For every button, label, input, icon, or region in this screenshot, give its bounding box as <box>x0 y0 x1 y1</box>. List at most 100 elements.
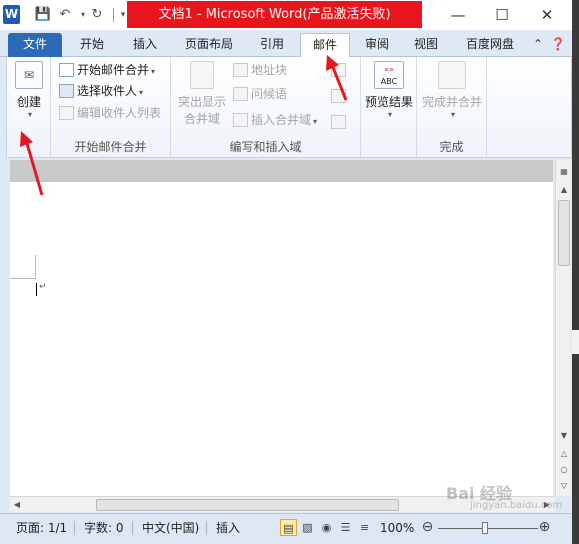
finish-dropdown-icon: ▾ <box>450 110 455 119</box>
word-count[interactable]: 字数: 0 <box>84 519 124 537</box>
group-start-mail-merge: 开始邮件合并 ▾ 选择收件人 ▾ 编辑收件人列表 开始邮件合并 <box>51 57 171 157</box>
chevron-down-icon: ▾ <box>313 117 318 126</box>
zoom-slider-knob[interactable] <box>482 522 488 534</box>
tab-review[interactable]: 审阅 <box>356 33 398 57</box>
rules-icon <box>331 63 346 77</box>
insert-merge-field-button[interactable]: 插入合并域 ▾ <box>233 110 317 130</box>
status-separator <box>132 521 133 535</box>
full-screen-reading-view-icon[interactable]: ▧ <box>299 519 316 536</box>
finish-merge-button[interactable]: 完成并合并 ▾ <box>419 61 485 119</box>
close-icon[interactable]: ✕ <box>527 3 567 27</box>
status-bar: 页面: 1/1 字数: 0 中文(中国) 插入 ▤ ▧ ◉ ☰ ≡ 100% ⊖… <box>0 513 572 544</box>
highlight-fields-icon <box>190 61 214 89</box>
outline-view-icon[interactable]: ☰ <box>337 519 354 536</box>
ribbon-tabs: 文件 开始 插入 页面布局 引用 邮件 审阅 视图 百度网盘 ⌃ ❓ <box>0 30 572 58</box>
edit-list-icon <box>59 106 74 120</box>
language-indicator[interactable]: 中文(中国) <box>142 519 199 537</box>
highlight-merge-fields-button[interactable]: 突出显示 合并域 <box>175 61 229 127</box>
tab-references[interactable]: 引用 <box>250 33 294 57</box>
minimize-icon[interactable]: — <box>438 3 478 27</box>
background-strip <box>572 0 579 544</box>
ruler-toggle-icon[interactable]: ▦ <box>556 164 572 180</box>
horizontal-scroll-thumb[interactable] <box>96 499 399 511</box>
rules-button[interactable] <box>331 60 349 80</box>
print-layout-view-icon[interactable]: ▤ <box>280 519 297 536</box>
watermark-url: jingyan.baidu.com <box>470 500 563 511</box>
maximize-icon[interactable]: ☐ <box>482 3 522 27</box>
create-button[interactable]: ✉ 创建 ▾ <box>11 61 47 119</box>
chevron-down-icon: ▾ <box>139 88 144 97</box>
tab-baidu-netdisk[interactable]: 百度网盘 <box>454 33 526 57</box>
address-block-button[interactable]: 地址块 <box>233 60 287 80</box>
match-fields-icon <box>331 89 346 103</box>
tab-page-layout[interactable]: 页面布局 <box>176 33 242 57</box>
paragraph-mark-icon: ↵ <box>39 282 47 292</box>
preview-dropdown-icon: ▾ <box>387 110 392 119</box>
tab-mailings[interactable]: 邮件 <box>300 33 350 58</box>
save-icon[interactable]: 💾 <box>34 6 52 24</box>
scroll-up-icon[interactable]: ▲ <box>556 182 572 198</box>
undo-icon[interactable]: ↶ <box>56 6 74 24</box>
redo-icon[interactable]: ↻ <box>88 6 106 24</box>
group-label-finish: 完成 <box>439 140 464 154</box>
greeting-line-icon <box>233 87 248 101</box>
vertical-scroll-thumb[interactable] <box>558 200 570 266</box>
insert-merge-field-icon <box>233 113 248 127</box>
update-labels-icon <box>331 115 346 129</box>
tab-view[interactable]: 视图 <box>405 33 447 57</box>
previous-page-icon[interactable]: △ <box>556 446 572 462</box>
background-text-fragment <box>572 330 579 354</box>
preview-results-button[interactable]: «» ABC 预览结果 ▾ <box>363 61 415 119</box>
group-write-insert-fields: 突出显示 合并域 地址块 问候语 插入合并域 ▾ 编写和插入域 <box>171 57 361 157</box>
insert-mode[interactable]: 插入 <box>216 519 240 537</box>
next-page-icon[interactable]: ▽ <box>556 478 572 494</box>
greeting-line-button[interactable]: 问候语 <box>233 84 287 104</box>
status-separator <box>74 521 75 535</box>
word-app-icon[interactable]: W <box>3 5 20 24</box>
document-page[interactable] <box>10 182 553 496</box>
group-label-write-insert-fields: 编写和插入域 <box>229 140 302 154</box>
preview-abc-icon: «» ABC <box>374 61 404 89</box>
update-labels-button[interactable] <box>331 112 349 132</box>
draft-view-icon[interactable]: ≡ <box>356 519 373 536</box>
envelope-icon: ✉ <box>15 61 43 89</box>
title-bar: W 💾 ↶ ▾ ↻ ▾ 文档1 - Microsoft Word(产品激活失败)… <box>0 0 572 30</box>
browse-object-icon[interactable]: ○ <box>556 462 572 478</box>
minimize-ribbon-icon[interactable]: ⌃ <box>530 36 546 52</box>
zoom-in-icon[interactable]: ⊕ <box>536 519 553 536</box>
scroll-left-icon[interactable]: ◀ <box>10 497 24 513</box>
ruler-band <box>10 160 553 182</box>
margin-corner-mark <box>10 255 36 279</box>
edit-recipient-list-button[interactable]: 编辑收件人列表 <box>59 103 161 123</box>
document-merge-icon <box>59 63 74 77</box>
zoom-slider-track[interactable] <box>438 528 538 529</box>
start-mail-merge-button[interactable]: 开始邮件合并 ▾ <box>59 60 155 80</box>
tab-home[interactable]: 开始 <box>68 33 116 57</box>
scroll-down-icon[interactable]: ▼ <box>556 428 572 444</box>
match-fields-button[interactable] <box>331 86 349 106</box>
zoom-out-icon[interactable]: ⊖ <box>419 519 436 536</box>
finish-merge-icon <box>438 61 466 89</box>
word-window: W 💾 ↶ ▾ ↻ ▾ 文档1 - Microsoft Word(产品激活失败)… <box>0 0 572 544</box>
group-create: ✉ 创建 ▾ <box>7 57 51 157</box>
help-icon[interactable]: ❓ <box>550 36 566 52</box>
group-label-start-mail-merge: 开始邮件合并 <box>74 140 147 154</box>
tab-insert[interactable]: 插入 <box>122 33 168 57</box>
create-label: 创建 <box>16 95 41 109</box>
text-cursor <box>36 283 37 296</box>
group-finish: 完成并合并 ▾ 完成 <box>417 57 487 157</box>
tab-file[interactable]: 文件 <box>8 33 62 57</box>
recipients-icon <box>59 84 74 98</box>
select-recipients-button[interactable]: 选择收件人 ▾ <box>59 81 143 101</box>
web-layout-view-icon[interactable]: ◉ <box>318 519 335 536</box>
ribbon-panel: ✉ 创建 ▾ 开始邮件合并 ▾ 选择收件人 ▾ 编辑收件人列表 开始邮件合并 突出显… <box>6 57 572 158</box>
zoom-level[interactable]: 100% <box>380 519 414 537</box>
window-title: 文档1 - Microsoft Word(产品激活失败) <box>127 1 422 28</box>
vertical-scrollbar[interactable]: ▦ ▲ ▼ △ ○ ▽ <box>555 160 571 496</box>
group-preview-results: «» ABC 预览结果 ▾ <box>361 57 417 157</box>
status-separator <box>206 521 207 535</box>
create-dropdown-icon: ▾ <box>27 110 32 119</box>
chevron-down-icon: ▾ <box>151 67 156 76</box>
address-block-icon <box>233 63 248 77</box>
page-count[interactable]: 页面: 1/1 <box>16 519 67 537</box>
